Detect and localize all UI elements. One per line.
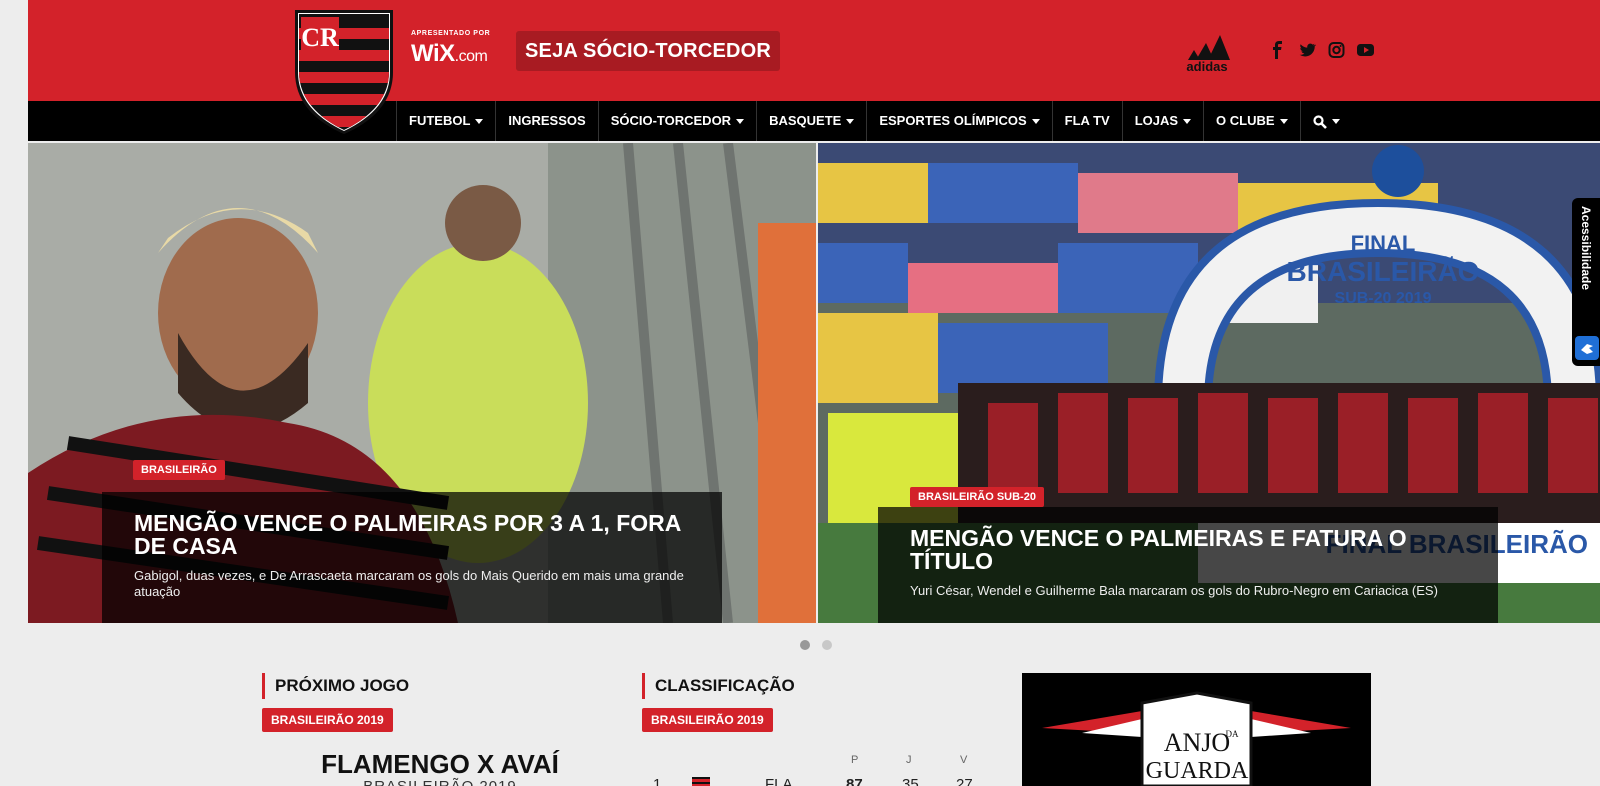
sign-language-icon — [1575, 336, 1599, 360]
social-links — [1270, 41, 1374, 59]
banner-final-text: FINAL — [1351, 231, 1416, 256]
nav-item-label: ESPORTES OLÍMPICOS — [879, 113, 1027, 128]
hero-slide-2[interactable]: FINAL BRASILEIRÃO SUB-20 2019 FINAL BRAS… — [818, 143, 1600, 623]
hero-title-1[interactable]: MENGÃO VENCE O PALMEIRAS POR 3 A 1, FORA… — [134, 512, 690, 558]
nav-item-label: SÓCIO-TORCEDOR — [610, 113, 732, 128]
hero-subtitle-1: Gabigol, duas vezes, e De Arrascaeta mar… — [134, 568, 684, 599]
nav-item-fla-tv[interactable]: FLA TV — [1051, 101, 1122, 141]
wix-logo[interactable]: WiX.com — [411, 40, 488, 68]
standings-row-games: 35 — [902, 776, 919, 786]
category-badge-1[interactable]: BRASILEIRÃO — [133, 460, 225, 480]
ad-text-anjo: ANJO — [1164, 728, 1230, 757]
page: CR APRESENTADO POR WiX.com SEJA SÓCIO-TO… — [0, 0, 1600, 786]
chevron-down-icon — [1183, 119, 1192, 125]
hero-slide-1[interactable]: MENGÃO VENCE O PALMEIRAS POR 3 A 1, FORA… — [28, 143, 816, 623]
standings-competition-badge[interactable]: BRASILEIRÃO 2019 — [642, 708, 773, 732]
standings-col-v: V — [960, 754, 968, 766]
carousel-dot-1[interactable] — [800, 640, 810, 650]
nav-item-socio-torcedor[interactable]: SÓCIO-TORCEDOR — [597, 101, 756, 141]
carousel-dot-2[interactable] — [822, 640, 832, 650]
nav-item-label: INGRESSOS — [508, 113, 586, 128]
ad-text-da: DA — [1226, 729, 1239, 739]
nav-item-futebol[interactable]: FUTEBOL — [396, 101, 495, 141]
category-badge-2[interactable]: BRASILEIRÃO SUB-20 — [910, 487, 1044, 507]
hero-subtitle-2: Yuri César, Wendel e Guilherme Bala marc… — [910, 583, 1438, 598]
nav-search[interactable] — [1299, 101, 1344, 141]
wix-logo-text: WiX — [411, 40, 455, 67]
chevron-down-icon — [1331, 119, 1340, 125]
nav-item-label: FUTEBOL — [409, 113, 471, 128]
adidas-wordmark: adidas — [1186, 59, 1227, 72]
nav-item-esportes-olimpicos[interactable]: ESPORTES OLÍMPICOS — [866, 101, 1051, 141]
standings-col-p: P — [851, 754, 859, 766]
next-game-match[interactable]: FLAMENGO X AVAÍ — [300, 749, 580, 780]
nav-item-lojas[interactable]: LOJAS — [1121, 101, 1203, 141]
nav-item-label: O CLUBE — [1216, 113, 1275, 128]
nav-item-label: LOJAS — [1134, 113, 1179, 128]
facebook-icon[interactable] — [1270, 41, 1287, 59]
chevron-down-icon — [475, 119, 484, 125]
standings-row-pos: 1 — [653, 776, 662, 786]
standings-col-j: J — [906, 754, 912, 766]
chevron-down-icon — [1279, 119, 1288, 125]
standings-row-team[interactable]: FLA — [765, 776, 793, 786]
banner-sub20-text: SUB-20 2019 — [1335, 290, 1432, 307]
standings-row-wins: 27 — [956, 776, 973, 786]
flamengo-badge-icon — [692, 777, 710, 786]
member-cta-button[interactable]: SEJA SÓCIO-TORCEDOR — [516, 31, 781, 71]
nav-item-ingressos[interactable]: INGRESSOS — [495, 101, 597, 141]
wix-logo-suffix: .com — [454, 48, 488, 65]
hero-title-2[interactable]: MENGÃO VENCE O PALMEIRAS E FATURA O TÍTU… — [910, 527, 1466, 573]
adidas-logo[interactable]: adidas — [1176, 30, 1238, 72]
next-game-title: PRÓXIMO JOGO — [262, 673, 409, 699]
hero-caption-2[interactable]: MENGÃO VENCE O PALMEIRAS E FATURA O TÍTU… — [878, 507, 1498, 623]
ad-text-guarda: GUARDA — [1146, 758, 1249, 784]
standings-title: CLASSIFICAÇÃO — [642, 673, 795, 699]
nav-item-label: FLA TV — [1064, 113, 1110, 128]
nav-item-basquete[interactable]: BASQUETE — [756, 101, 866, 141]
flamengo-crest-icon[interactable]: CR — [293, 10, 395, 134]
chevron-down-icon — [1031, 119, 1040, 125]
next-game-detail: BRASILEIRÃO 2019 — [300, 778, 580, 786]
nav-item-o-clube[interactable]: O CLUBE — [1203, 101, 1300, 141]
chevron-down-icon — [846, 119, 855, 125]
nav-item-label: BASQUETE — [769, 113, 842, 128]
sponsor-ad[interactable]: ANJO DA GUARDA — [1022, 673, 1371, 786]
anjo-da-guarda-logo: ANJO DA GUARDA — [1042, 691, 1351, 786]
presented-by-label: APRESENTADO POR — [411, 30, 491, 37]
youtube-icon[interactable] — [1357, 41, 1374, 59]
main-nav: FUTEBOL INGRESSOS SÓCIO-TORCEDOR BASQUET… — [396, 101, 1344, 141]
next-game-competition-badge[interactable]: BRASILEIRÃO 2019 — [262, 708, 393, 732]
search-icon — [1312, 114, 1327, 129]
hero-caption-1[interactable]: MENGÃO VENCE O PALMEIRAS POR 3 A 1, FORA… — [102, 492, 722, 623]
accessibility-tab[interactable]: Acessibilidade — [1572, 198, 1600, 366]
accessibility-label: Acessibilidade — [1579, 206, 1593, 291]
carousel-dots — [800, 640, 832, 650]
instagram-icon[interactable] — [1328, 41, 1345, 59]
twitter-icon[interactable] — [1299, 41, 1317, 59]
standings-row-points: 87 — [846, 776, 863, 786]
svg-text:CR: CR — [301, 23, 339, 52]
banner-brasileirao-text: BRASILEIRÃO — [1287, 256, 1480, 287]
chevron-down-icon — [736, 119, 745, 125]
